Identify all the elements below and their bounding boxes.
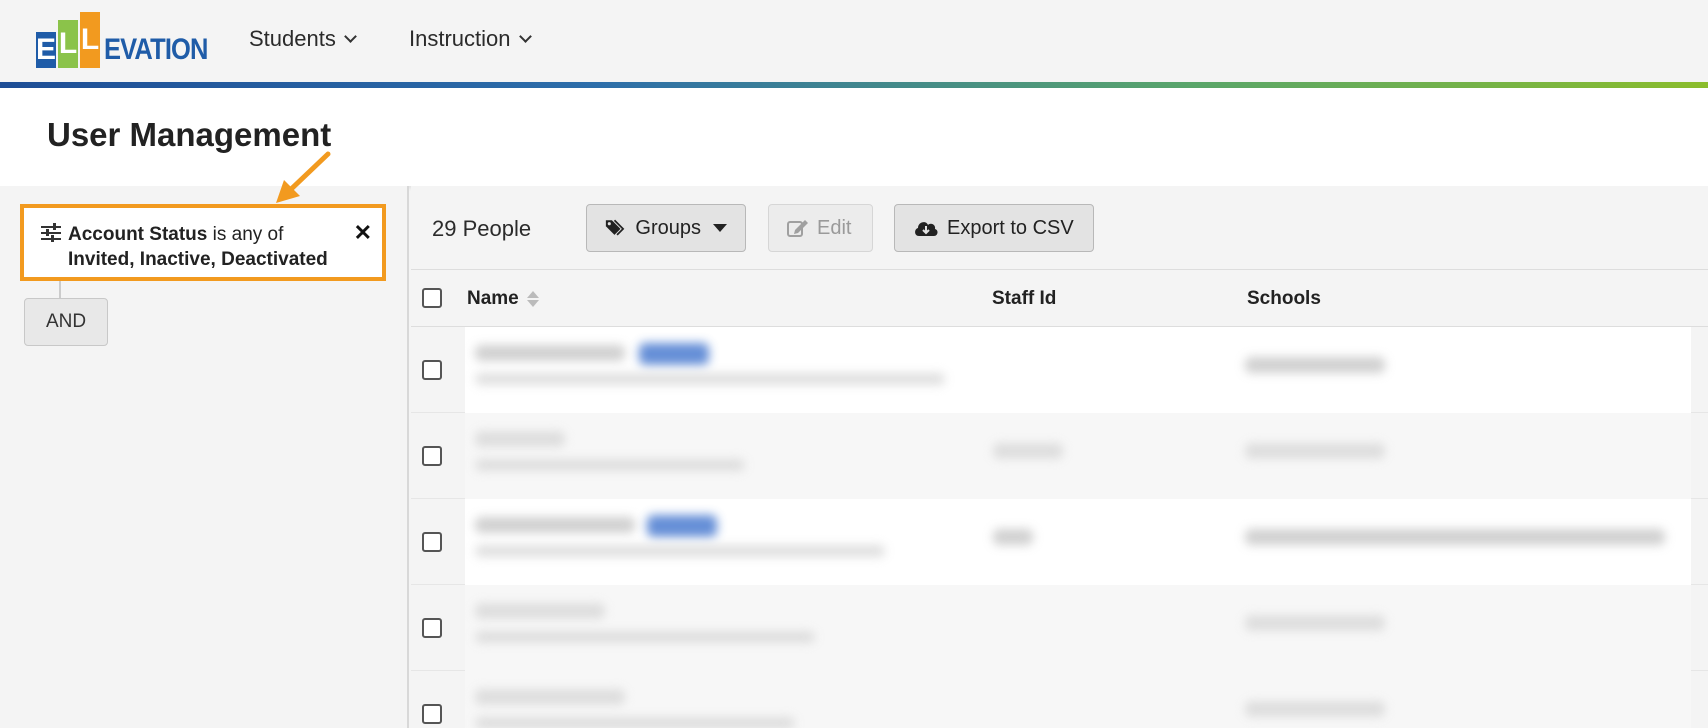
- caret-down-icon: [713, 224, 727, 232]
- tags-icon: [605, 219, 625, 236]
- nav-instruction-menu[interactable]: Instruction: [409, 26, 532, 52]
- column-name-header[interactable]: Name: [467, 288, 539, 310]
- and-button[interactable]: AND: [24, 298, 108, 346]
- filter-values: Invited, Inactive, Deactivated: [68, 249, 328, 270]
- table-row[interactable]: [411, 499, 1708, 585]
- nav-students-menu[interactable]: Students: [249, 26, 357, 52]
- annotation-arrow-icon: [276, 151, 331, 203]
- nav-instruction-label: Instruction: [409, 26, 511, 51]
- logo-tile-l2: L: [80, 12, 100, 68]
- table-header: Name Staff Id Schools: [411, 270, 1708, 327]
- row-checkbox[interactable]: [422, 532, 442, 552]
- row-content-blurred: [465, 327, 1691, 413]
- column-schools-header: Schools: [1247, 288, 1321, 309]
- groups-button[interactable]: Groups: [586, 204, 746, 252]
- row-content-blurred: [465, 499, 1691, 585]
- edit-label: Edit: [817, 216, 852, 239]
- groups-label: Groups: [635, 216, 701, 239]
- row-checkbox[interactable]: [422, 618, 442, 638]
- row-checkbox[interactable]: [422, 360, 442, 380]
- row-content-blurred: [465, 671, 1691, 728]
- filter-description: Account Status is any of Invited, Inacti…: [68, 222, 328, 272]
- page-title: User Management: [47, 116, 332, 153]
- column-name-label: Name: [467, 288, 519, 309]
- page-header: User Management: [0, 88, 1708, 186]
- nav-students-label: Students: [249, 26, 336, 51]
- filter-operator: is any of: [212, 224, 284, 245]
- sliders-icon: [41, 223, 63, 242]
- close-icon[interactable]: ✕: [354, 220, 372, 246]
- top-navigation: E L L EVATION Students Instruction: [0, 0, 1708, 82]
- chevron-down-icon: [518, 29, 532, 43]
- filter-card-account-status[interactable]: Account Status is any of Invited, Inacti…: [20, 204, 386, 281]
- row-content-blurred: [465, 585, 1691, 671]
- people-count: 29 People: [432, 216, 532, 241]
- edit-button[interactable]: Edit: [768, 204, 873, 252]
- chevron-down-icon: [343, 29, 357, 43]
- edit-icon: [787, 220, 808, 237]
- table-row[interactable]: [411, 671, 1708, 728]
- cloud-download-icon: [915, 222, 938, 236]
- filter-field: Account Status: [68, 224, 208, 245]
- logo-wordmark: EVATION: [104, 33, 208, 66]
- export-label: Export to CSV: [947, 216, 1074, 239]
- sort-icon[interactable]: [526, 290, 539, 308]
- row-content-blurred: [465, 413, 1691, 499]
- ellevation-logo[interactable]: E L L EVATION: [36, 12, 226, 68]
- column-staff-id-header: Staff Id: [992, 288, 1057, 309]
- table-row[interactable]: [411, 413, 1708, 499]
- select-all-checkbox[interactable]: [422, 288, 442, 308]
- export-csv-button[interactable]: Export to CSV: [894, 204, 1094, 252]
- table-toolbar: 29 People Groups Edit Export to CSV: [411, 186, 1708, 270]
- main-content: 29 People Groups Edit Export to CSV Name…: [411, 186, 1708, 728]
- row-checkbox[interactable]: [422, 704, 442, 724]
- logo-tile-e: E: [36, 32, 57, 68]
- filter-panel: Account Status is any of Invited, Inacti…: [0, 186, 409, 728]
- table-row[interactable]: [411, 327, 1708, 413]
- table-row[interactable]: [411, 585, 1708, 671]
- logo-tile-l1: L: [58, 20, 78, 68]
- row-checkbox[interactable]: [422, 446, 442, 466]
- filter-connector-line: [59, 281, 61, 299]
